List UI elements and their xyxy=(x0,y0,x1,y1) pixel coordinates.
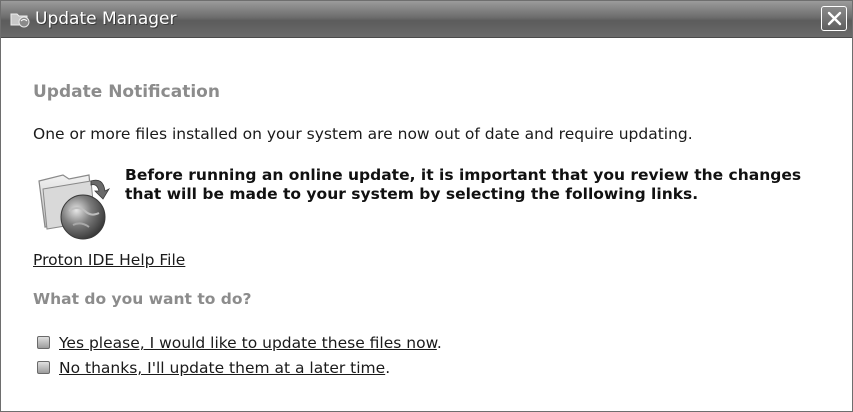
option-suffix: . xyxy=(436,334,442,352)
option-suffix: . xyxy=(385,359,391,377)
warning-message: Before running an online update, it is i… xyxy=(125,166,802,203)
question-label: What do you want to do? xyxy=(33,290,252,308)
title-bar[interactable]: Update Manager xyxy=(1,1,852,38)
option-update-now: Yes please, I would like to update these… xyxy=(37,333,442,353)
folder-globe-icon xyxy=(33,167,117,243)
bullet-square-icon xyxy=(37,336,50,349)
update-later-link[interactable]: No thanks, I'll update them at a later t… xyxy=(59,359,385,377)
window-title: Update Manager xyxy=(35,9,177,29)
update-manager-icon xyxy=(9,9,31,29)
help-file-link[interactable]: Proton IDE Help File xyxy=(33,250,185,270)
update-now-link[interactable]: Yes please, I would like to update these… xyxy=(59,334,437,352)
intro-text: One or more files installed on your syst… xyxy=(33,125,693,143)
option-update-later: No thanks, I'll update them at a later t… xyxy=(37,358,390,378)
page-heading: Update Notification xyxy=(33,82,220,102)
bullet-square-icon xyxy=(37,361,50,374)
close-button[interactable] xyxy=(821,6,847,31)
close-icon xyxy=(827,11,842,26)
update-manager-window: Update Manager Update Notification One o… xyxy=(0,0,853,412)
